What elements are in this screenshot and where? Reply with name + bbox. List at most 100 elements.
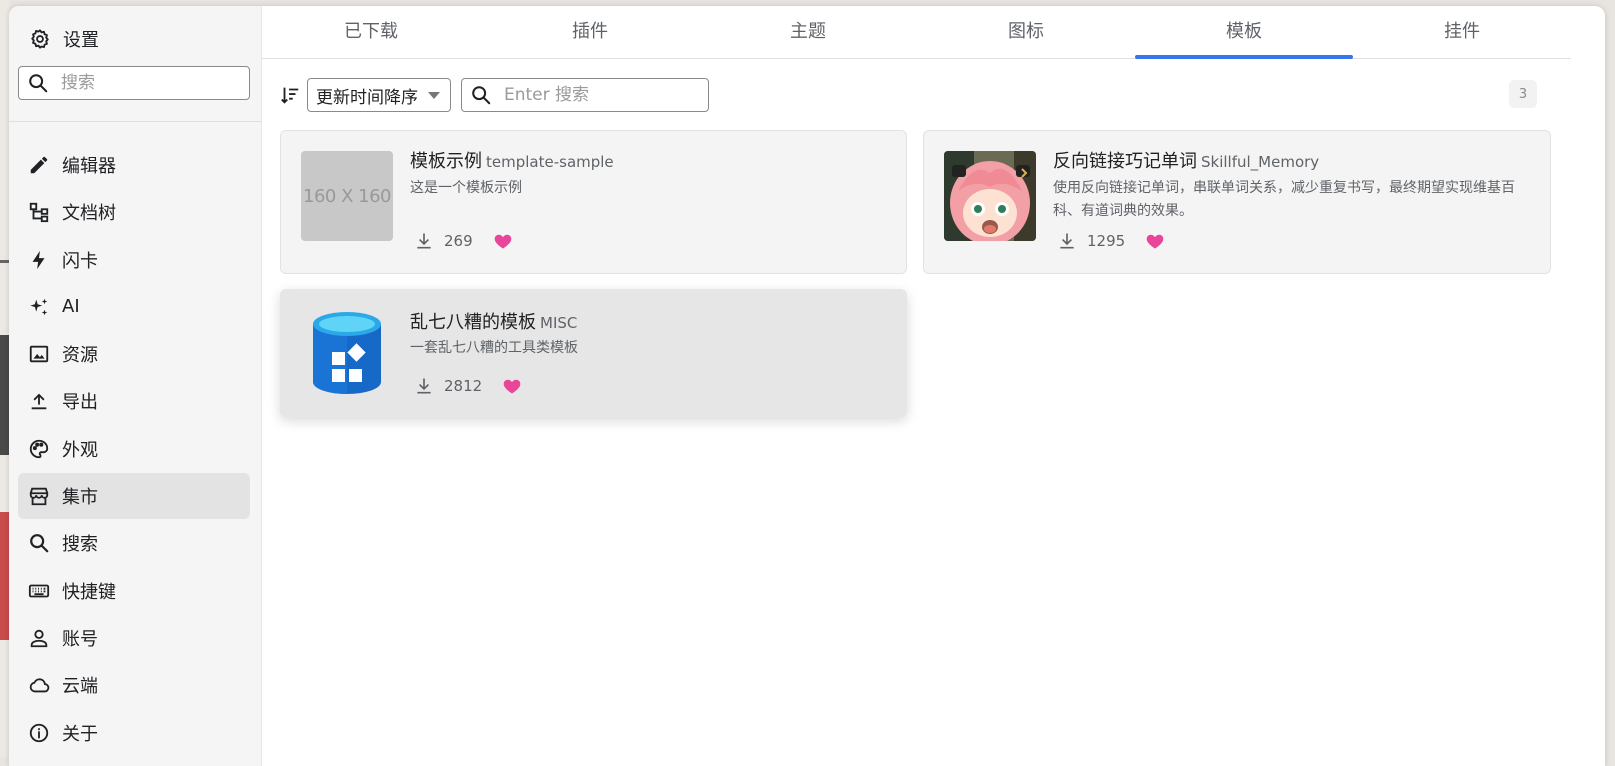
sidebar-item-label: 快捷键 (62, 581, 116, 603)
template-stats: 269 (414, 231, 513, 251)
sidebar-divider (9, 121, 261, 122)
bazaar-panel: 已下载 插件 主题 图标 模板 挂件 更新时间降序 3 160 X 160 模板… (261, 6, 1605, 766)
sidebar-item-ai[interactable]: AI (18, 284, 250, 330)
heart-icon[interactable] (502, 376, 522, 396)
anime-avatar-image (944, 151, 1036, 241)
sidebar-item-label: 账号 (62, 628, 98, 650)
settings-dialog: 设置 编辑器 文档树 闪卡 AI (9, 6, 1605, 766)
tab-templates[interactable]: 模板 (1135, 6, 1353, 59)
sidebar-item-about[interactable]: 关于 (18, 710, 250, 756)
template-card[interactable]: 160 X 160 模板示例 template-sample 这是一个模板示例 2… (280, 130, 907, 274)
sidebar-nav: 编辑器 文档树 闪卡 AI 资源 导出 外观 集市 搜索 快捷键 账号 云端 关… (18, 142, 250, 757)
bazaar-tabs: 已下载 插件 主题 图标 模板 挂件 (261, 6, 1571, 59)
template-name: 模板示例 (410, 151, 482, 172)
sidebar-item-label: 云端 (62, 676, 98, 698)
template-thumbnail (301, 308, 393, 398)
sidebar-item-search[interactable]: 搜索 (18, 520, 250, 566)
template-name: 反向链接巧记单词 (1053, 151, 1197, 172)
download-count: 269 (444, 232, 473, 250)
sort-order-value: 更新时间降序 (316, 87, 418, 108)
sidebar-item-label: 文档树 (62, 203, 116, 225)
sidebar-title: 设置 (63, 30, 99, 51)
background-strip-block (0, 260, 9, 263)
heart-icon[interactable] (493, 231, 513, 251)
background-strip-block (0, 512, 9, 640)
sidebar-item-label: 编辑器 (62, 156, 116, 177)
sidebar-item-assets[interactable]: 资源 (18, 331, 250, 377)
sidebar-item-label: 外观 (62, 439, 98, 461)
sidebar-item-label: 资源 (62, 345, 98, 367)
download-icon (417, 378, 431, 394)
bazaar-toolbar: 更新时间降序 (279, 78, 709, 112)
sidebar-item-account[interactable]: 账号 (18, 615, 250, 661)
sort-order-select[interactable]: 更新时间降序 (307, 78, 451, 112)
tab-widgets[interactable]: 挂件 (1353, 6, 1571, 58)
sidebar-item-label: 导出 (62, 392, 98, 414)
tree-icon (29, 203, 49, 223)
bazaar-search-box[interactable] (461, 78, 709, 112)
template-title: 乱七八糟的模板 MISC (410, 308, 577, 334)
sidebar-item-bazaar[interactable]: 集市 (18, 473, 250, 520)
tab-themes[interactable]: 主题 (699, 6, 917, 58)
info-icon (29, 723, 49, 742)
settings-sidebar: 设置 编辑器 文档树 闪卡 AI (9, 6, 262, 766)
sort-icon[interactable] (279, 84, 301, 106)
template-thumbnail: 160 X 160 (301, 151, 393, 241)
sidebar-search-input[interactable] (59, 72, 233, 94)
cloud-icon (29, 678, 50, 693)
search-icon (30, 534, 49, 553)
template-stats: 2812 (414, 376, 522, 396)
template-title: 模板示例 template-sample (410, 147, 614, 173)
template-stats: 1295 (1057, 231, 1165, 251)
storage-cylinder-icon (313, 312, 381, 394)
template-description: 使用反向链接记单词，串联单词关系，减少重复书写，最终期望实现维基百科、有道词典的… (1053, 180, 1515, 219)
download-count: 2812 (444, 377, 483, 395)
sidebar-item-filetree[interactable]: 文档树 (18, 189, 250, 235)
sidebar-item-label: 关于 (62, 723, 98, 745)
background-strip-block (0, 335, 9, 455)
sidebar-item-label: 搜索 (62, 534, 98, 556)
template-slug: Skillful_Memory (1201, 153, 1320, 171)
keyboard-icon (28, 584, 50, 598)
template-name: 乱七八糟的模板 (410, 312, 536, 333)
pencil-icon (30, 156, 48, 174)
heart-icon[interactable] (1145, 231, 1165, 251)
sidebar-item-editor[interactable]: 编辑器 (18, 142, 250, 188)
template-card[interactable]: 乱七八糟的模板 MISC 一套乱七八糟的工具类模板 2812 (280, 289, 907, 417)
template-slug: template-sample (486, 153, 614, 171)
background-window-strip (0, 0, 9, 757)
result-count-badge: 3 (1509, 80, 1537, 108)
sidebar-search-box[interactable] (18, 66, 250, 100)
palette-icon (29, 439, 49, 458)
account-icon (30, 629, 48, 648)
image-icon (29, 345, 49, 363)
download-count: 1295 (1087, 232, 1126, 250)
flash-icon (32, 250, 45, 269)
template-description: 这是一个模板示例 (410, 180, 522, 196)
template-thumbnail (944, 151, 1036, 241)
bazaar-search-input[interactable] (502, 84, 696, 106)
tab-plugins[interactable]: 插件 (481, 6, 699, 58)
sidebar-item-cloud[interactable]: 云端 (18, 662, 250, 708)
template-card[interactable]: 反向链接巧记单词 Skillful_Memory 使用反向链接记单词，串联单词关系… (923, 130, 1551, 274)
template-title: 反向链接巧记单词 Skillful_Memory (1053, 147, 1319, 173)
tab-icons[interactable]: 图标 (917, 6, 1135, 58)
sidebar-item-keymap[interactable]: 快捷键 (18, 568, 250, 614)
download-icon (417, 233, 431, 249)
store-icon (29, 487, 49, 506)
gear-icon (31, 29, 49, 49)
tab-downloaded[interactable]: 已下载 (261, 6, 481, 58)
template-slug: MISC (540, 314, 578, 332)
search-icon (29, 74, 48, 93)
sidebar-item-label: 闪卡 (62, 250, 98, 272)
sidebar-item-flashcard[interactable]: 闪卡 (18, 237, 250, 283)
sparkle-icon (30, 298, 48, 316)
sidebar-item-export[interactable]: 导出 (18, 378, 250, 424)
sidebar-item-label: AI (62, 296, 80, 318)
sidebar-item-label: 集市 (62, 487, 98, 509)
sidebar-header: 设置 (29, 24, 99, 54)
upload-icon (31, 394, 47, 410)
search-icon (472, 86, 491, 105)
sidebar-item-appearance[interactable]: 外观 (18, 426, 250, 472)
download-icon (1060, 233, 1074, 249)
